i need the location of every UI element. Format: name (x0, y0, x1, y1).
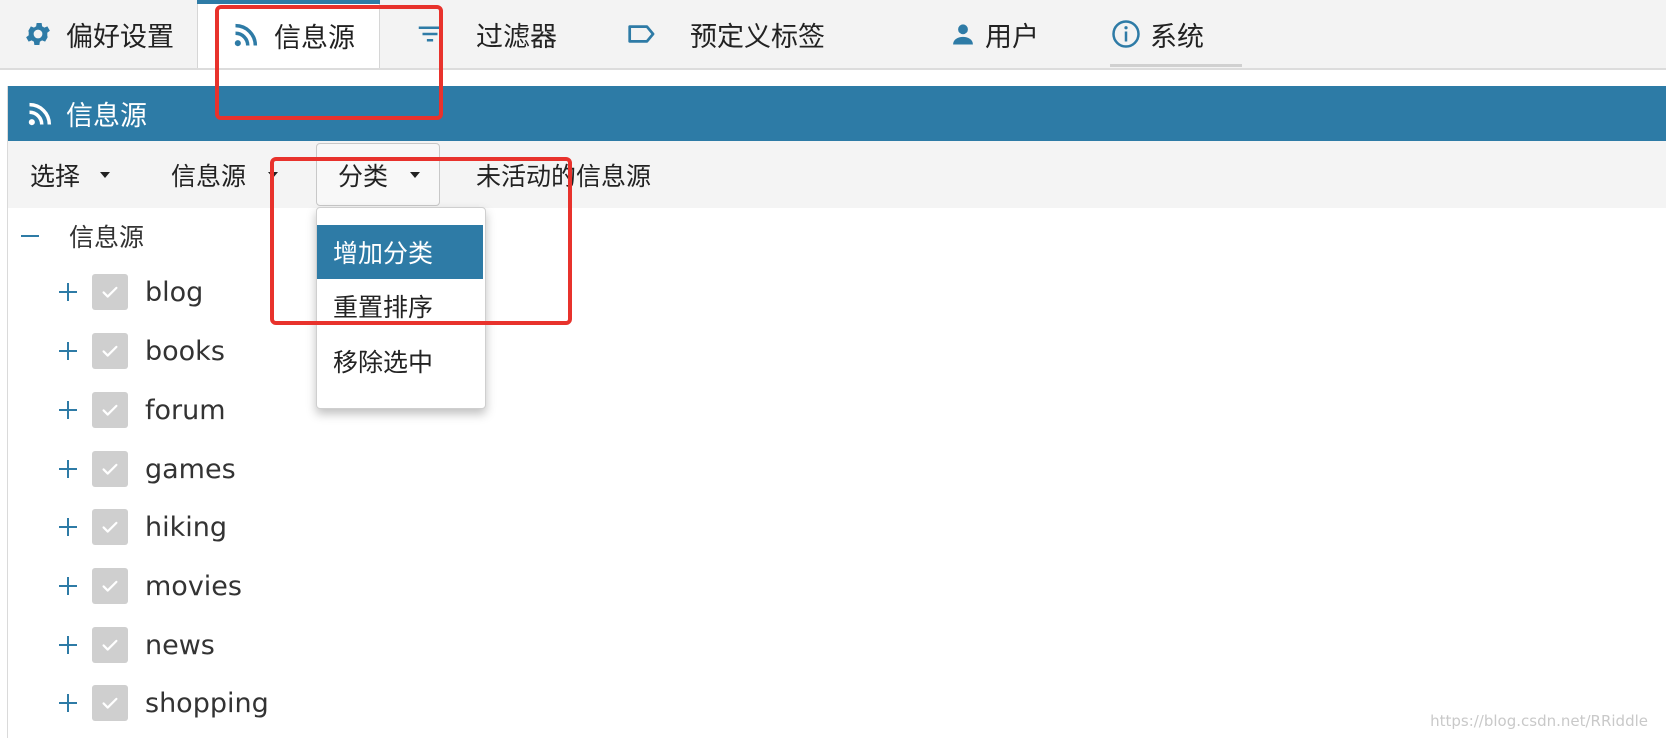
checkmark-icon (102, 286, 118, 298)
tab-users[interactable]: 用户 (945, 0, 1039, 68)
feeds-toolbar: 选择 信息源 分类 未活动的信息源 (8, 141, 1666, 208)
tab-label: 预定义标签 (690, 21, 825, 53)
caret-down-icon (268, 171, 279, 178)
tree-item-checkbox[interactable] (92, 274, 128, 310)
gear-icon (20, 16, 56, 52)
app-root: 偏好设置 信息源 过滤器 预定义标签 用户 系统 信息源 选择 信息源 分类 未… (0, 0, 1666, 738)
feeds-menu-button[interactable]: 信息源 (171, 141, 279, 208)
inactive-feeds-label: 未活动的信息源 (476, 161, 652, 191)
tab-system[interactable]: 系统 (1108, 0, 1204, 68)
tab-label: 过滤器 (476, 21, 557, 53)
tree-item-label: movies (145, 570, 242, 602)
expand-icon[interactable] (57, 634, 79, 656)
expand-icon[interactable] (57, 281, 79, 303)
checkmark-icon (102, 345, 118, 357)
tree-item-checkbox[interactable] (92, 392, 128, 428)
tree-item-label: books (145, 335, 225, 367)
remove-selected-menu-item[interactable]: 移除选中 (317, 334, 483, 388)
tree-root: 信息源 (7, 208, 144, 264)
label-icon (624, 16, 660, 52)
select-menu-label: 选择 (30, 161, 81, 191)
checkmark-icon (102, 404, 118, 416)
tree-root-label: 信息源 (69, 223, 145, 252)
inactive-feeds-button[interactable]: 未活动的信息源 (476, 141, 651, 208)
add-category-menu-item[interactable]: 增加分类 (317, 225, 483, 279)
menu-item-label: 重置排序 (333, 293, 434, 322)
caret-down-icon (410, 171, 421, 178)
tree-item-label: hiking (145, 511, 228, 543)
tab-label: 用户 (985, 21, 1039, 53)
filter-icon (412, 16, 448, 52)
tree-item-label: blog (145, 276, 204, 308)
tree-item-label: games (145, 453, 236, 485)
tab-label: 信息源 (274, 22, 355, 54)
caret-down-icon (100, 171, 111, 178)
tree-item-label: news (145, 629, 215, 661)
user-icon (945, 16, 981, 52)
tree-item-label: shopping (145, 687, 269, 719)
tab-strip-divider (1110, 64, 1242, 67)
tree-item-label: forum (145, 394, 226, 426)
feeds-panel: 信息源 选择 信息源 分类 未活动的信息源 (7, 86, 1666, 738)
expand-icon[interactable] (57, 516, 79, 538)
expand-icon[interactable] (57, 692, 79, 714)
tree-item-checkbox[interactable] (92, 568, 128, 604)
tab-label: 系统 (1150, 21, 1204, 53)
tree-item-checkbox[interactable] (92, 333, 128, 369)
info-icon (1108, 16, 1144, 52)
expand-icon[interactable] (57, 340, 79, 362)
reset-sort-menu-item[interactable]: 重置排序 (317, 279, 483, 333)
expand-icon[interactable] (57, 399, 79, 421)
rss-icon (228, 17, 264, 53)
checkmark-icon (102, 639, 118, 651)
tree-item-checkbox[interactable] (92, 451, 128, 487)
panel-header: 信息源 (8, 86, 1666, 141)
tab-bar-bottom-border (0, 68, 1666, 70)
expand-icon[interactable] (57, 458, 79, 480)
feeds-menu-label: 信息源 (171, 161, 247, 191)
tab-feeds[interactable]: 信息源 (197, 0, 380, 70)
panel-title: 信息源 (66, 101, 147, 132)
categories-menu-button[interactable]: 分类 (316, 143, 440, 206)
watermark: https://blog.csdn.net/RRiddle (1430, 712, 1648, 730)
top-tab-bar: 偏好设置 信息源 过滤器 预定义标签 用户 系统 (0, 0, 1666, 70)
tab-labels[interactable]: 预定义标签 (624, 0, 825, 68)
categories-dropdown-menu: 增加分类 重置排序 移除选中 (316, 207, 486, 409)
expand-icon[interactable] (57, 575, 79, 597)
checkmark-icon (102, 521, 118, 533)
checkmark-icon (102, 580, 118, 592)
select-menu-button[interactable]: 选择 (30, 141, 111, 208)
collapse-icon[interactable] (21, 235, 39, 237)
tree-item-checkbox[interactable] (92, 627, 128, 663)
tree-item-checkbox[interactable] (92, 685, 128, 721)
categories-menu-label: 分类 (338, 161, 389, 191)
menu-item-label: 移除选中 (333, 348, 434, 377)
tab-label: 偏好设置 (66, 21, 174, 53)
checkmark-icon (102, 463, 118, 475)
rss-icon (24, 98, 56, 130)
checkmark-icon (102, 697, 118, 709)
tree-item-checkbox[interactable] (92, 509, 128, 545)
menu-item-label: 增加分类 (333, 239, 434, 268)
tab-preferences[interactable]: 偏好设置 (20, 0, 174, 68)
tab-filters[interactable]: 过滤器 (412, 0, 557, 68)
